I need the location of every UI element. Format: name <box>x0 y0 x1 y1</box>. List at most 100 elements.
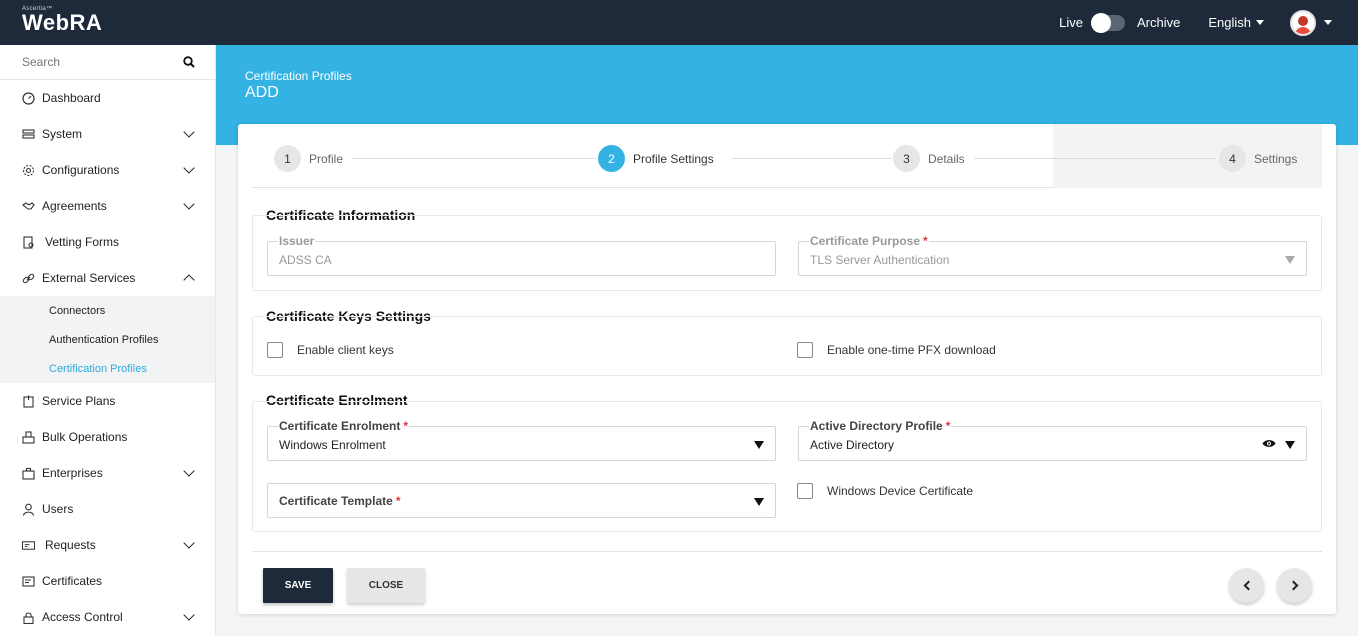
bulk-icon <box>22 430 35 444</box>
external-services-submenu: Connectors Authentication Profiles Certi… <box>0 296 215 383</box>
live-archive-toggle[interactable] <box>1091 12 1125 33</box>
certificate-enrolment-label: Certificate Enrolment <box>279 419 401 433</box>
sidebar-item-label: External Services <box>42 271 136 285</box>
sidebar-item-label: Users <box>42 502 74 516</box>
previous-step-button[interactable] <box>1229 568 1264 603</box>
eye-icon[interactable] <box>1262 439 1276 448</box>
form-icon <box>22 235 35 249</box>
sidebar-item-label: Dashboard <box>42 91 101 105</box>
logo[interactable]: Ascertia™ WebRA <box>22 6 102 34</box>
chevron-left-icon <box>1243 580 1253 591</box>
active-directory-profile-label: Active Directory Profile <box>810 419 943 433</box>
chevron-up-icon <box>183 274 195 286</box>
lock-icon <box>22 611 35 624</box>
sidebar-subitem-authentication-profiles[interactable]: Authentication Profiles <box>0 325 215 354</box>
issuer-value: ADSS CA <box>279 253 332 267</box>
sidebar-item-label: Access Control <box>42 610 123 624</box>
certificate-template-select[interactable]: Certificate Template * <box>267 483 776 518</box>
link-icon <box>22 272 35 285</box>
sidebar-subitem-certification-profiles[interactable]: Certification Profiles <box>0 354 215 383</box>
stepper: 1 Profile 2 Profile Settings 3 Details 4… <box>252 124 1322 188</box>
sidebar-item-system[interactable]: System <box>0 116 215 152</box>
plan-icon <box>22 395 35 408</box>
next-step-button[interactable] <box>1277 568 1312 603</box>
sidebar-item-service-plans[interactable]: Service Plans <box>0 383 215 419</box>
enterprise-icon <box>22 467 35 480</box>
sidebar-item-label: Enterprises <box>42 466 103 480</box>
step-details[interactable]: 3 Details <box>893 145 965 172</box>
step-number: 2 <box>598 145 625 172</box>
sidebar-item-label: Bulk Operations <box>42 430 128 444</box>
sidebar-item-configurations[interactable]: Configurations <box>0 152 215 188</box>
certificate-purpose-label: Certificate Purpose <box>810 234 921 248</box>
sidebar-item-enterprises[interactable]: Enterprises <box>0 455 215 491</box>
chevron-down-icon <box>183 126 195 138</box>
step-settings[interactable]: 4 Settings <box>1219 145 1297 172</box>
certificate-enrolment-select[interactable]: Certificate Enrolment * Windows Enrolment <box>267 419 776 461</box>
gear-icon <box>22 164 35 177</box>
windows-device-certificate-checkbox[interactable]: Windows Device Certificate <box>797 483 973 499</box>
chevron-down-icon <box>183 537 195 549</box>
active-directory-profile-select[interactable]: Active Directory Profile * Active Directo… <box>798 419 1307 461</box>
step-number: 1 <box>274 145 301 172</box>
enable-client-keys-label: Enable client keys <box>297 343 394 357</box>
sidebar-item-vetting-forms[interactable]: Vetting Forms <box>0 224 215 260</box>
certificate-icon <box>22 575 35 588</box>
enable-pfx-download-label: Enable one-time PFX download <box>827 343 996 357</box>
step-profile-settings[interactable]: 2 Profile Settings <box>598 145 714 172</box>
step-label: Details <box>928 151 965 166</box>
step-profile[interactable]: 1 Profile <box>274 145 343 172</box>
top-bar: Ascertia™ WebRA Live Archive English <box>0 0 1358 45</box>
sidebar-item-bulk-operations[interactable]: Bulk Operations <box>0 419 215 455</box>
sidebar-item-requests[interactable]: Requests <box>0 527 215 563</box>
brand-name: WebRA <box>22 10 103 35</box>
chevron-down-icon <box>183 465 195 477</box>
step-label: Profile Settings <box>633 151 714 166</box>
sidebar-item-external-services[interactable]: External Services <box>0 260 215 296</box>
system-icon <box>22 128 35 141</box>
sidebar-item-label: Requests <box>45 538 96 552</box>
sidebar-item-label: System <box>42 127 83 141</box>
dropdown-arrow-icon <box>1285 441 1295 449</box>
sidebar-search <box>0 45 215 80</box>
save-button[interactable]: SAVE <box>263 568 333 603</box>
certificate-template-label: Certificate Template <box>279 494 393 508</box>
issuer-field: Issuer ADSS CA <box>267 234 776 276</box>
sidebar-subitem-connectors[interactable]: Connectors <box>0 296 215 325</box>
active-directory-profile-value: Active Directory <box>810 438 895 452</box>
requests-icon <box>22 539 35 552</box>
sidebar: Dashboard System Configurations Agreemen… <box>0 45 216 636</box>
chevron-down-icon <box>183 609 195 621</box>
enable-client-keys-checkbox[interactable]: Enable client keys <box>267 342 394 358</box>
dropdown-arrow-icon <box>754 441 764 449</box>
wizard-card: 1 Profile 2 Profile Settings 3 Details 4… <box>238 124 1336 614</box>
certificate-enrolment-value: Windows Enrolment <box>279 438 386 452</box>
sidebar-item-agreements[interactable]: Agreements <box>0 188 215 224</box>
sidebar-item-label: Agreements <box>42 199 107 213</box>
step-number: 3 <box>893 145 920 172</box>
caret-down-icon <box>1256 20 1264 25</box>
sidebar-item-access-control[interactable]: Access Control <box>0 599 215 635</box>
chevron-down-icon <box>183 162 195 174</box>
certificate-purpose-value: TLS Server Authentication <box>810 253 950 267</box>
search-input[interactable] <box>22 55 172 69</box>
sidebar-item-label: Service Plans <box>42 394 116 408</box>
sidebar-item-certificates[interactable]: Certificates <box>0 563 215 599</box>
dashboard-icon <box>22 91 35 105</box>
sidebar-item-users[interactable]: Users <box>0 491 215 527</box>
close-button[interactable]: CLOSE <box>347 568 425 603</box>
step-label: Profile <box>309 151 344 166</box>
keys-panel <box>252 316 1322 376</box>
sidebar-item-label: Configurations <box>42 163 120 177</box>
language-selector[interactable]: English <box>1208 15 1264 30</box>
sidebar-item-label: Vetting Forms <box>45 235 120 249</box>
breadcrumb[interactable]: Certification Profiles <box>245 69 352 83</box>
archive-label: Archive <box>1137 15 1181 30</box>
avatar[interactable] <box>1290 9 1316 36</box>
enable-pfx-download-checkbox[interactable]: Enable one-time PFX download <box>797 342 996 358</box>
user-menu-caret-icon[interactable] <box>1324 20 1332 25</box>
search-icon[interactable] <box>183 56 195 68</box>
sidebar-item-dashboard[interactable]: Dashboard <box>0 80 215 116</box>
handshake-icon <box>22 200 35 213</box>
issuer-label: Issuer <box>278 234 316 248</box>
